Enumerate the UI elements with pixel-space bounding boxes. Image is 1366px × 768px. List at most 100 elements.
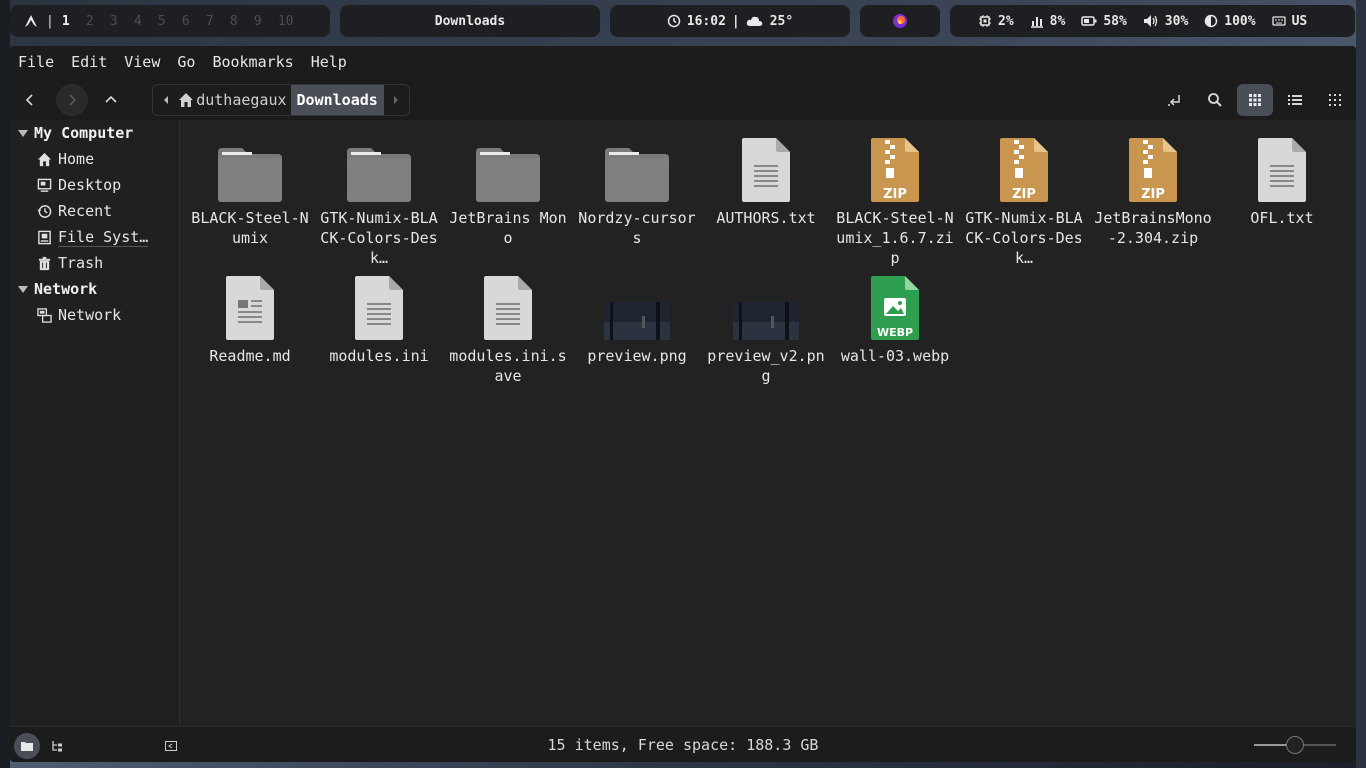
workspace-2[interactable]: 2 [86, 14, 110, 29]
list-view-button[interactable] [1277, 84, 1313, 116]
expand-triangle-icon [18, 285, 28, 293]
recent-icon [36, 203, 52, 219]
sidebar-item-network[interactable]: Network [10, 302, 179, 328]
workspace-1[interactable]: 1 [62, 14, 86, 29]
brightness-indicator[interactable]: 100% [1204, 14, 1256, 29]
drive-icon [36, 229, 52, 245]
search-icon [1208, 93, 1222, 107]
file-item-image[interactable]: preview.png [577, 272, 697, 366]
battery-indicator[interactable]: 58% [1081, 13, 1127, 29]
brightness-icon [1205, 14, 1218, 28]
text-file-icon [706, 134, 826, 202]
file-item-zip[interactable]: ZIP JetBrainsMono-2.304.zip [1093, 134, 1213, 248]
text-file-icon [1222, 134, 1342, 202]
sidebar: My Computer Home Desktop Recent File Sys… [10, 120, 180, 726]
file-item-text[interactable]: OFL.txt [1222, 134, 1342, 228]
workspace-6[interactable]: 6 [182, 14, 206, 29]
workspace-5[interactable]: 5 [158, 14, 182, 29]
breadcrumb-current[interactable]: Downloads [290, 85, 384, 115]
sidebar-item-trash[interactable]: Trash [10, 250, 179, 276]
file-name: BLACK-Steel-Numix [191, 209, 309, 247]
caret-right-icon [394, 96, 399, 104]
file-item-folder[interactable]: GTK-Numix-BLACK-Colors-Desk… [319, 134, 439, 268]
sidebar-section-my-computer[interactable]: My Computer [10, 120, 179, 146]
file-item-folder[interactable]: BLACK-Steel-Numix [190, 134, 310, 248]
folder-icon [448, 134, 568, 202]
weather-temp: 25° [769, 13, 794, 29]
keyboard-indicator[interactable]: US [1271, 14, 1307, 29]
wallpaper-tree [1356, 0, 1366, 768]
file-name: JetBrainsMono-2.304.zip [1094, 209, 1212, 247]
search-button[interactable] [1197, 84, 1233, 116]
grid-view-icon [1249, 94, 1261, 106]
zip-archive-icon: ZIP [835, 134, 955, 202]
up-button[interactable] [95, 84, 127, 116]
compact-view-icon [1329, 94, 1341, 106]
volume-value: 30% [1164, 13, 1189, 29]
compact-view-button[interactable] [1317, 84, 1353, 116]
cpu-indicator[interactable]: 2% [978, 14, 1014, 29]
breadcrumb-left-button[interactable] [153, 95, 178, 105]
file-item-webp[interactable]: WEBP wall-03.webp [835, 272, 955, 366]
menu-go[interactable]: Go [177, 53, 195, 71]
file-item-text[interactable]: modules.ini [319, 272, 439, 366]
file-item-text[interactable]: AUTHORS.txt [706, 134, 826, 228]
workspace-9[interactable]: 9 [254, 14, 278, 29]
forward-button[interactable] [56, 84, 88, 116]
home-icon [36, 151, 52, 167]
zip-badge: ZIP [883, 187, 907, 202]
workspace-bar: | 1 2 3 4 5 6 7 8 9 10 [10, 5, 330, 37]
file-item-folder[interactable]: Nordzy-cursors [577, 134, 697, 248]
menu-file[interactable]: File [18, 53, 54, 71]
memory-indicator[interactable]: 8% [1030, 14, 1065, 29]
sidebar-item-desktop[interactable]: Desktop [10, 172, 179, 198]
sidebar-section-network[interactable]: Network [10, 276, 179, 302]
sidebar-item-recent[interactable]: Recent [10, 198, 179, 224]
file-item-markdown[interactable]: Readme.md [190, 272, 310, 366]
file-item-zip[interactable]: ZIP GTK-Numix-BLACK-Colors-Desk… [964, 134, 1084, 268]
menu-bar: File Edit View Go Bookmarks Help [10, 46, 1356, 78]
file-name: modules.ini.save [449, 347, 567, 385]
sidebar-item-home[interactable]: Home [10, 146, 179, 172]
file-name: Nordzy-cursors [578, 209, 696, 247]
workspace-10[interactable]: 10 [278, 14, 302, 29]
back-button[interactable] [14, 84, 46, 116]
workspace-8[interactable]: 8 [230, 14, 254, 29]
volume-indicator[interactable]: 30% [1143, 14, 1188, 29]
sidebar-item-label: Home [58, 150, 95, 168]
chevron-left-icon [25, 94, 33, 106]
menu-view[interactable]: View [124, 53, 160, 71]
sidebar-item-label: Desktop [58, 176, 122, 194]
wallpaper-tree [0, 0, 10, 768]
file-item-zip[interactable]: ZIP BLACK-Steel-Numix_1.6.7.zip [835, 134, 955, 268]
app-indicator[interactable] [860, 5, 940, 37]
menu-help[interactable]: Help [311, 53, 347, 71]
toggle-location-button[interactable] [1157, 84, 1193, 116]
clock-widget[interactable]: 16:02 | 25° [610, 5, 850, 37]
file-name: modules.ini [329, 347, 429, 365]
menu-bookmarks[interactable]: Bookmarks [212, 53, 293, 71]
sidebar-item-label: Recent [58, 202, 113, 220]
workspace-separator: | [46, 13, 54, 29]
file-item-folder[interactable]: JetBrains Mono [448, 134, 568, 248]
file-item-text[interactable]: modules.ini.save [448, 272, 568, 386]
breadcrumb-right-button[interactable] [384, 95, 409, 105]
webp-image-icon: WEBP [835, 272, 955, 340]
status-text: 15 items, Free space: 188.3 GB [547, 735, 819, 754]
workspace-3[interactable]: 3 [110, 14, 134, 29]
zip-archive-icon: ZIP [1093, 134, 1213, 202]
zoom-handle[interactable] [1286, 736, 1304, 754]
workspace-7[interactable]: 7 [206, 14, 230, 29]
zoom-slider[interactable] [1254, 736, 1336, 754]
status-bar: 15 items, Free space: 188.3 GB [10, 726, 1356, 762]
file-item-image[interactable]: preview_v2.png [706, 272, 826, 386]
file-name: wall-03.webp [840, 347, 950, 365]
icon-view-button[interactable] [1237, 84, 1273, 116]
breadcrumb-home[interactable]: duthaegaux [178, 91, 290, 109]
workspace-4[interactable]: 4 [134, 14, 158, 29]
menu-edit[interactable]: Edit [71, 53, 107, 71]
keyboard-icon [1271, 16, 1286, 26]
sidebar-item-filesystem[interactable]: File Syst… [10, 224, 179, 250]
file-name: JetBrains Mono [449, 209, 567, 247]
battery-value: 58% [1103, 13, 1127, 29]
